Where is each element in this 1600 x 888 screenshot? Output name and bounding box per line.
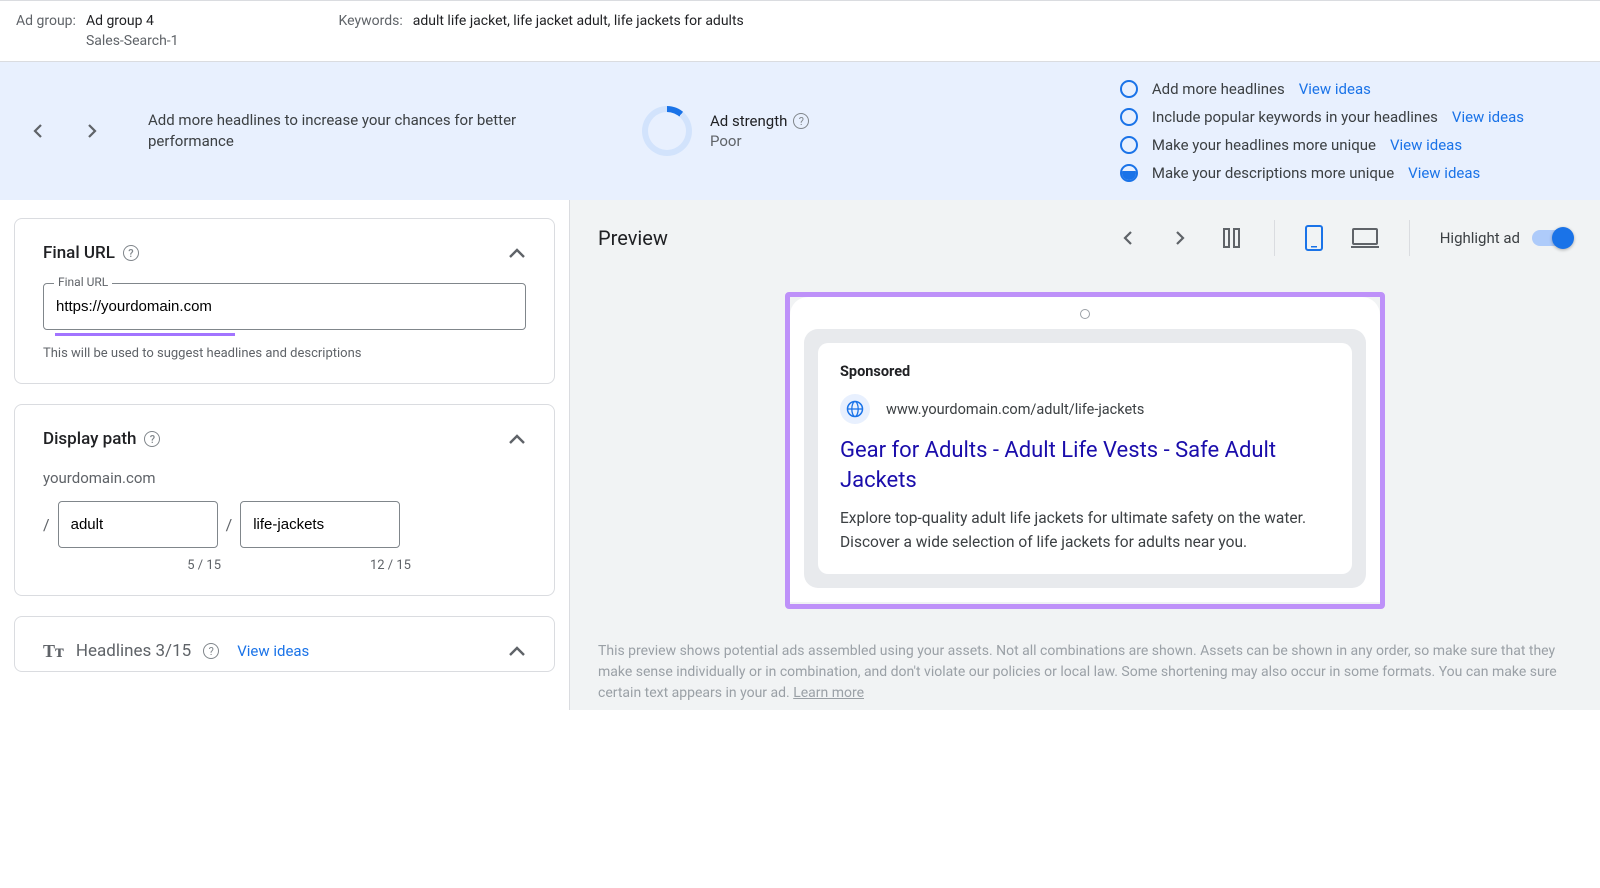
strength-prev-button[interactable] [26,119,50,143]
path1-char-count: 5 / 15 [61,558,221,573]
columns-icon[interactable] [1220,226,1244,250]
view-ideas-link[interactable]: View ideas [1452,108,1524,126]
display-path-card: Display path ? yourdomain.com / / [14,404,555,596]
text-icon: Tᴛ [43,641,64,662]
desktop-device-button[interactable] [1351,227,1379,249]
final-url-input[interactable] [44,284,525,329]
ad-group-name: Ad group 4 [86,13,179,29]
display-path-title: Display path ? [43,429,160,449]
help-icon[interactable]: ? [144,431,160,447]
path2-input[interactable] [241,502,399,547]
view-ideas-link[interactable]: View ideas [1390,136,1462,154]
path-separator: / [43,515,50,534]
status-circle-half-icon [1120,164,1138,182]
view-ideas-link[interactable]: View ideas [1408,164,1480,182]
ad-display-url: www.yourdomain.com/adult/life-jackets [886,401,1144,418]
strength-label: Ad strength ? [710,112,809,130]
final-url-card: Final URL ? Final URL This will be used … [14,218,555,384]
display-domain: yourdomain.com [43,469,526,487]
status-circle-icon [1120,136,1138,154]
campaign-name: Sales-Search-1 [86,33,179,49]
help-icon[interactable]: ? [203,643,219,659]
collapse-button[interactable] [508,427,526,451]
globe-icon [840,394,870,424]
help-icon[interactable]: ? [793,113,809,129]
keywords-value: adult life jacket, life jacket adult, li… [413,13,744,49]
collapse-button[interactable] [508,639,526,663]
top-info-bar: Ad group: Ad group 4 Sales-Search-1 Keyw… [0,0,1600,61]
ad-headline: Gear for Adults - Adult Life Vests - Saf… [840,436,1330,495]
strength-next-button[interactable] [80,119,104,143]
sponsored-label: Sponsored [840,363,1330,380]
suggestion-popular-keywords: Include popular keywords in your headlin… [1152,108,1438,126]
phone-camera-icon [1080,309,1090,319]
highlight-ad-toggle[interactable] [1532,230,1572,246]
strength-ring-icon [642,106,692,156]
headlines-card: Tᴛ Headlines 3/15 ? View ideas [14,616,555,672]
highlight-underline [55,333,235,336]
final-url-title: Final URL ? [43,243,139,263]
strength-message: Add more headlines to increase your chan… [138,110,558,152]
status-circle-icon [1120,80,1138,98]
ad-strength-panel: Add more headlines to increase your chan… [0,61,1600,200]
headlines-title: Headlines 3/15 [76,641,191,661]
suggestion-unique-descriptions: Make your descriptions more unique [1152,164,1394,182]
strength-suggestions: Add more headlines View ideas Include po… [1120,80,1584,182]
suggestion-unique-headlines: Make your headlines more unique [1152,136,1376,154]
final-url-field-label: Final URL [54,275,112,289]
collapse-button[interactable] [508,241,526,265]
ad-description: Explore top-quality adult life jackets f… [840,507,1330,554]
status-circle-icon [1120,108,1138,126]
highlight-ad-label: Highlight ad [1440,229,1520,247]
phone-frame: Sponsored www.yourdomain.com/adult/life-… [790,297,1380,602]
preview-panel: Preview [570,200,1600,710]
preview-title: Preview [598,226,668,250]
path1-input[interactable] [59,502,217,547]
preview-next-button[interactable] [1168,226,1192,250]
keywords-label: Keywords: [339,13,403,49]
headlines-view-ideas-link[interactable]: View ideas [237,642,309,660]
mobile-device-button[interactable] [1305,225,1323,251]
suggestion-add-headlines: Add more headlines [1152,80,1285,98]
left-form-panel: Final URL ? Final URL This will be used … [0,200,570,710]
path2-char-count: 12 / 15 [251,558,411,573]
learn-more-link[interactable]: Learn more [793,685,864,701]
final-url-helper: This will be used to suggest headlines a… [43,346,526,361]
ad-group-label: Ad group: [16,13,76,49]
help-icon[interactable]: ? [123,245,139,261]
path-separator: / [226,515,233,534]
preview-prev-button[interactable] [1116,226,1140,250]
strength-value: Poor [710,132,809,150]
view-ideas-link[interactable]: View ideas [1299,80,1371,98]
preview-disclaimer: This preview shows potential ads assembl… [598,629,1572,710]
ad-preview-highlight: Sponsored www.yourdomain.com/adult/life-… [785,292,1385,609]
